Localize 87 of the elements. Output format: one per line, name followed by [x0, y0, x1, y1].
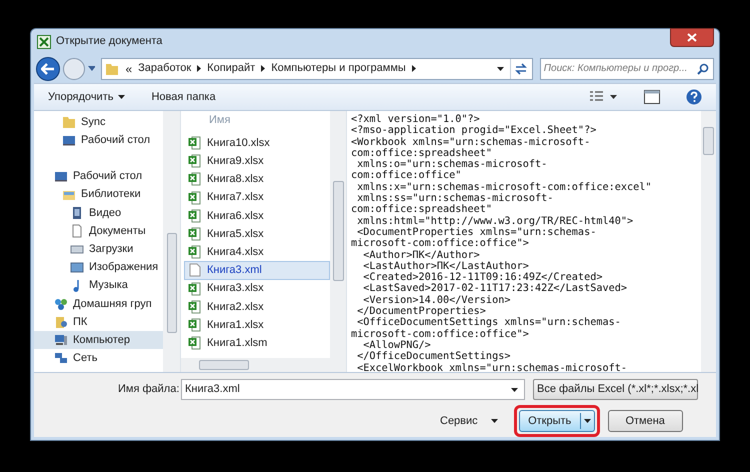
- spreadsheet-icon: [188, 172, 202, 186]
- folder-icon: [62, 115, 76, 130]
- caret-icon: [584, 419, 591, 423]
- filename-field[interactable]: Книга3.xml: [181, 379, 525, 400]
- spreadsheet-icon: [188, 154, 202, 168]
- caret-icon: [118, 95, 126, 99]
- spreadsheet-icon: [188, 300, 202, 314]
- file-item[interactable]: Книга8.xlsx: [184, 170, 330, 189]
- nav-item[interactable]: Sync: [34, 113, 163, 132]
- open-split-button[interactable]: Открыть: [518, 410, 595, 432]
- user-folder-icon: [54, 314, 68, 329]
- spreadsheet-icon: [188, 208, 202, 223]
- nav-item[interactable]: Рабочий стол: [34, 131, 163, 150]
- nav-item[interactable]: Рабочий стол: [34, 167, 163, 186]
- excel-icon: [37, 34, 51, 48]
- file-item[interactable]: Книга7.xlsx: [184, 188, 330, 207]
- dropdown-icon[interactable]: [496, 66, 504, 70]
- back-button[interactable]: [36, 56, 60, 80]
- chevron-icon[interactable]: [261, 65, 266, 72]
- spreadsheet-icon: [188, 318, 202, 332]
- document-icon: [70, 224, 84, 238]
- filename-label: Имя файла:: [118, 382, 180, 398]
- document-icon: [188, 263, 202, 278]
- breadcrumb[interactable]: Компьютеры и программы: [271, 60, 406, 77]
- filename-input[interactable]: Книга3.xml: [185, 381, 511, 398]
- dropdown-icon[interactable]: [511, 388, 518, 392]
- back-arrow-icon: [40, 62, 55, 74]
- breadcrumb[interactable]: Заработок: [138, 60, 192, 77]
- nav-item[interactable]: ПК: [34, 312, 163, 332]
- file-item[interactable]: Книга9.xlsx: [184, 152, 330, 170]
- folder-icon: [105, 62, 120, 76]
- cancel-button[interactable]: Отмена: [608, 410, 683, 432]
- file-item[interactable]: Книга6.xlsx: [184, 206, 330, 225]
- address-bar[interactable]: « Заработок Копирайт Компьютеры и программы: [101, 58, 533, 80]
- nav-item[interactable]: Библиотеки: [34, 186, 163, 204]
- file-type-dropdown[interactable]: Все файлы Excel (*.xl*;*.xlsx;*.xl: [533, 379, 698, 400]
- spreadsheet-icon: [188, 136, 202, 150]
- caret-icon: [490, 419, 498, 423]
- spreadsheet-icon: [188, 227, 202, 242]
- organize-button[interactable]: Упорядочить: [48, 88, 126, 106]
- spreadsheet-icon: [188, 282, 202, 296]
- spreadsheet-icon: [188, 190, 202, 205]
- xml-preview: <?xml version="1.0"?> <?mso-application progid="Excel.Sheet"?> <Workbook xmlns="urn:schemas-microsoft- com:office:spreadsheet" xmlns:o="urn:schemas-microsoft- com:office:office" xmlns:x="urn:schemas-microsoft-com:office:excel" xmlns:ss="urn:schemas-microsoft- com:office:spreadsheet" xmlns:html="http://www.w3.org/TR/REC-html40"> <DocumentProperties xmlns="urn:schemas- microsoft-com:office:office"> <Author>ПК</Author> <LastAuthor>ПК</LastAuthor> <Created>2016-12-11T09:16:49Z</Created> <LastSaved>2017-02-11T17:23:42Z</LastSaved> <Version>14.00</Version> </DocumentProperties> <OfficeDocumentSettings xmlns="urn:schemas- microsoft-com:office:office"> <AllowPNG/> </OfficeDocumentSettings> <ExcelWorkbook xmlns="urn:schemas-microsoft-: [351, 113, 653, 372]
- nav-item[interactable]: Домашняя груп: [34, 294, 163, 313]
- file-item[interactable]: Книга4.xlsx: [184, 243, 330, 262]
- refresh-icon[interactable]: [514, 62, 528, 74]
- computer-icon: [54, 333, 68, 348]
- film-icon: [70, 206, 84, 220]
- preview-pane-icon[interactable]: [644, 90, 660, 104]
- monitor-icon: [62, 133, 76, 148]
- horizontal-scrollbar[interactable]: [181, 358, 346, 372]
- window-title: Открытие документа: [56, 34, 162, 50]
- scrollbar[interactable]: [330, 111, 346, 358]
- file-item[interactable]: Книга3.xml: [184, 261, 330, 280]
- search-field[interactable]: Поиск: Компьютеры и прогр...: [540, 58, 714, 80]
- nav-item[interactable]: Изображения: [34, 258, 163, 276]
- file-item[interactable]: Книга3.xlsx: [184, 280, 330, 298]
- nav-item[interactable]: Музыка: [34, 276, 163, 295]
- scrollbar[interactable]: [163, 111, 180, 372]
- scrollbar[interactable]: [701, 111, 716, 372]
- file-item[interactable]: Книга1.xlsm: [184, 334, 330, 352]
- chevron-icon[interactable]: [197, 65, 202, 72]
- new-folder-button[interactable]: Новая папка: [151, 88, 216, 106]
- nav-item[interactable]: Документы: [34, 222, 163, 240]
- view-icon[interactable]: [590, 91, 618, 103]
- tools-button[interactable]: Сервис: [440, 412, 498, 430]
- nav-item[interactable]: Загрузки: [34, 240, 163, 258]
- monitor-icon: [54, 169, 68, 184]
- file-item[interactable]: Книга1.xlsx: [184, 316, 330, 334]
- file-item[interactable]: Книга10.xlsx: [184, 134, 330, 152]
- nav-item[interactable]: Сеть: [34, 349, 163, 368]
- breadcrumb[interactable]: Копирайт: [207, 60, 256, 77]
- file-item[interactable]: Книга5.xlsx: [184, 224, 330, 244]
- network-icon: [54, 351, 68, 366]
- nav-item[interactable]: Компьютер: [34, 331, 163, 350]
- file-item[interactable]: Книга2.xlsx: [184, 298, 330, 316]
- close-button[interactable]: [670, 28, 714, 47]
- people-icon: [54, 296, 68, 311]
- spreadsheet-icon: [188, 245, 202, 260]
- close-icon: [687, 33, 697, 42]
- help-icon[interactable]: [686, 89, 702, 105]
- image-icon: [70, 260, 84, 274]
- chevron-icon[interactable]: [412, 65, 416, 72]
- search-icon[interactable]: [697, 62, 709, 74]
- nav-item[interactable]: Видео: [34, 204, 163, 222]
- spreadsheet-icon: [188, 336, 202, 350]
- overflow-chevron[interactable]: «: [125, 60, 132, 78]
